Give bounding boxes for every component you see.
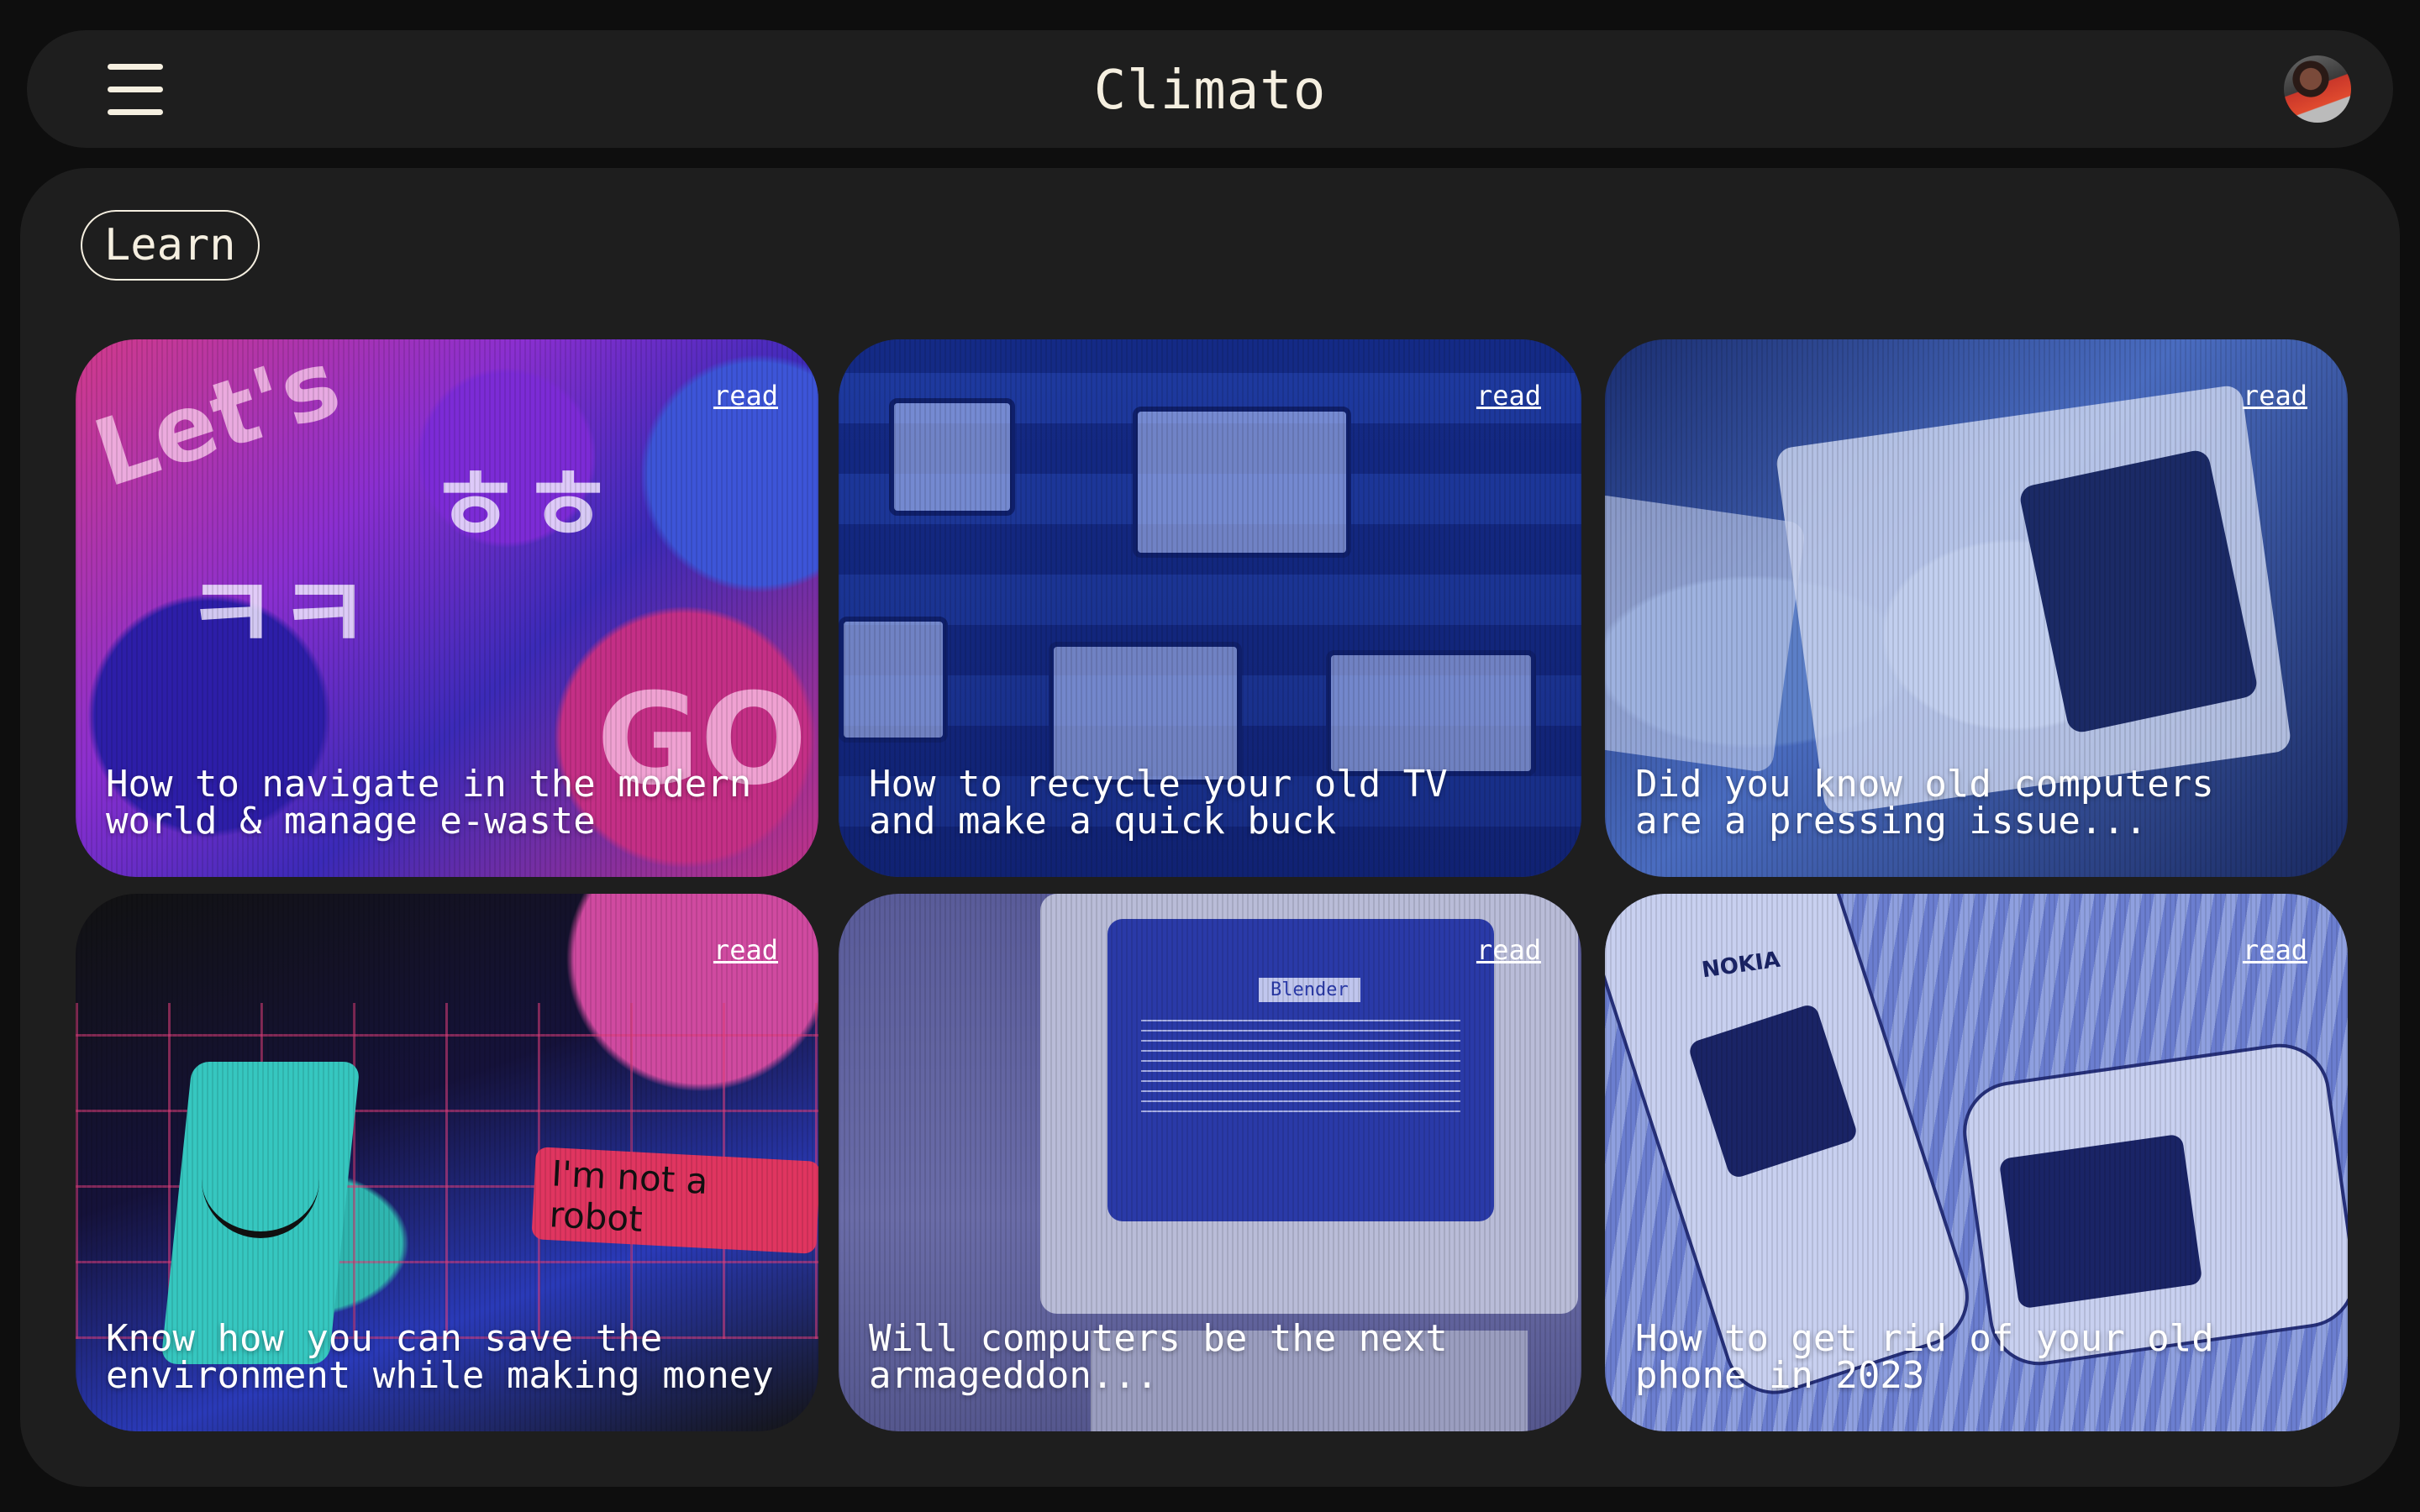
article-card[interactable]: read Did you know old computers are a pr…: [1605, 339, 2348, 877]
article-card[interactable]: Blender read Will computers be the next …: [839, 894, 1581, 1431]
read-link[interactable]: read: [713, 380, 778, 412]
read-link[interactable]: read: [2243, 380, 2307, 412]
card-title: Know how you can save the environment wh…: [106, 1317, 774, 1397]
section-label: Learn: [81, 210, 260, 281]
top-bar: Climato: [27, 30, 2393, 148]
card-title: Did you know old computers are a pressin…: [1635, 763, 2214, 843]
read-link[interactable]: read: [713, 934, 778, 966]
article-card[interactable]: I'm not a robot read Know how you can sa…: [76, 894, 818, 1431]
card-title: Will computers be the next armageddon...: [869, 1317, 1448, 1397]
read-link[interactable]: read: [1476, 934, 1541, 966]
app-title: Climato: [1093, 60, 1327, 122]
article-card[interactable]: read How to recycle your old TV and make…: [839, 339, 1581, 877]
article-card[interactable]: Let's ㅋㅋ ㅎㅎ GO read How to navigate in t…: [76, 339, 818, 877]
read-link[interactable]: read: [1476, 380, 1541, 412]
card-title: How to get rid of your old phone in 2023: [1635, 1317, 2214, 1397]
learn-panel: Learn Let's ㅋㅋ ㅎㅎ GO read How to navigat…: [20, 168, 2400, 1487]
card-title: How to navigate in the modern world & ma…: [106, 763, 752, 843]
avatar[interactable]: [2284, 55, 2351, 123]
read-link[interactable]: read: [2243, 934, 2307, 966]
article-card[interactable]: NOKIA read How to get rid of your old ph…: [1605, 894, 2348, 1431]
card-title: How to recycle your old TV and make a qu…: [869, 763, 1448, 843]
